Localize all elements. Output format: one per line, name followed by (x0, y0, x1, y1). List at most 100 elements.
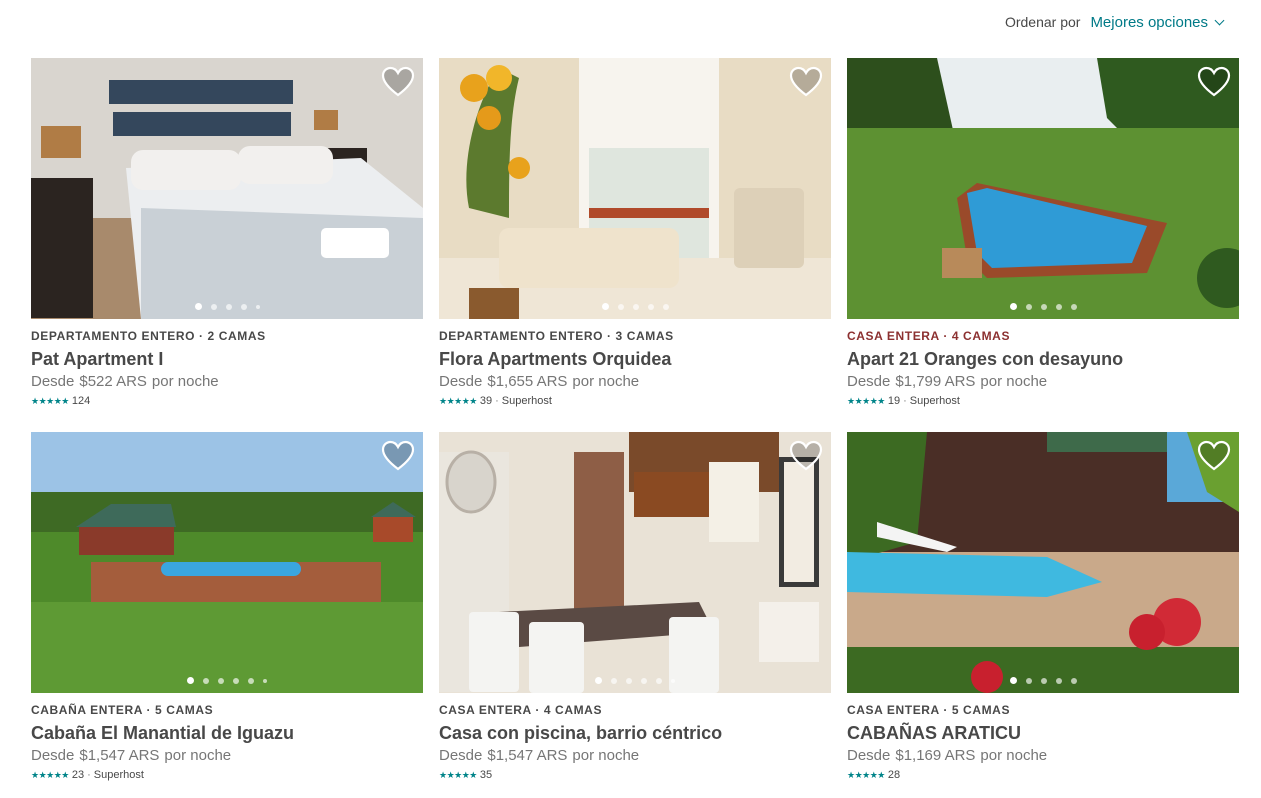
star-icon: ★★★★★ (439, 770, 477, 780)
star-icon: ★★★★★ (31, 396, 69, 406)
heart-outline-icon[interactable] (789, 66, 823, 98)
pager-dot[interactable] (1055, 303, 1062, 310)
listing-card[interactable]: CASA ENTERA · 4 CAMAS Apart 21 Oranges c… (847, 58, 1239, 426)
pager-dot[interactable] (601, 303, 609, 310)
star-icon: ★★★★★ (31, 770, 69, 780)
pager-dot[interactable] (240, 303, 247, 310)
heart-outline-icon[interactable] (789, 440, 823, 472)
listing-price: Desde $1,799 ARS por noche (847, 372, 1239, 392)
listing-photo[interactable] (847, 58, 1239, 319)
pager-dot[interactable] (1009, 677, 1017, 684)
price-suffix: por noche (151, 373, 219, 390)
listing-photo[interactable] (31, 58, 423, 319)
pager-dot[interactable] (1055, 677, 1062, 684)
pager-dot[interactable] (1009, 303, 1017, 310)
superhost-badge: Superhost (909, 395, 960, 407)
pager-dot[interactable] (248, 677, 254, 684)
listing-price: Desde $522 ARS por noche (31, 372, 423, 392)
superhost-badge: Superhost (93, 769, 144, 781)
pager-dot[interactable] (611, 677, 617, 684)
bedroom-photo (31, 58, 423, 319)
review-count: 35 (479, 769, 493, 781)
pager-dot[interactable] (255, 304, 260, 309)
pager-dot[interactable] (641, 677, 647, 684)
pager-dot[interactable] (656, 677, 662, 684)
photo-pager[interactable] (31, 303, 423, 310)
photo-pager[interactable] (439, 677, 831, 684)
listing-card[interactable]: DEPARTAMENTO ENTERO · 2 CAMAS Pat Apartm… (31, 58, 423, 426)
listing-card[interactable]: CASA ENTERA · 5 CAMAS CABAÑAS ARATICU De… (847, 432, 1239, 798)
pager-dot[interactable] (187, 677, 194, 684)
listing-kicker: CABAÑA ENTERA · 5 CAMAS (31, 703, 214, 717)
star-icon: ★★★★★ (847, 770, 885, 780)
pager-dot[interactable] (203, 677, 209, 684)
pool-roses-photo (847, 432, 1239, 693)
review-count: 39 (479, 395, 493, 407)
price-amount: $1,169 ARS (895, 747, 976, 764)
listing-photo[interactable] (439, 58, 831, 319)
sort-value[interactable]: Mejores opciones (1090, 14, 1208, 31)
pager-dot[interactable] (1040, 303, 1047, 310)
superhost-badge: Superhost (501, 395, 552, 407)
listing-kicker: DEPARTAMENTO ENTERO · 3 CAMAS (439, 329, 674, 343)
pager-dot[interactable] (210, 303, 217, 310)
photo-pager[interactable] (439, 303, 831, 310)
cabin-pool-photo (31, 432, 423, 693)
pager-dot[interactable] (671, 678, 675, 683)
listing-rating: ★★★★★ 39 · Superhost (439, 394, 831, 408)
price-suffix: por noche (980, 373, 1048, 390)
living-room-photo (439, 58, 831, 319)
pager-dot[interactable] (1025, 677, 1032, 684)
pager-dot[interactable] (1040, 677, 1047, 684)
pager-dot[interactable] (225, 303, 232, 310)
pager-dot[interactable] (1070, 303, 1077, 310)
price-amount: $522 ARS (79, 373, 147, 390)
listing-photo[interactable] (847, 432, 1239, 693)
listing-card[interactable]: DEPARTAMENTO ENTERO · 3 CAMAS Flora Apar… (439, 58, 831, 426)
sort-dropdown[interactable]: Mejores opciones (1090, 14, 1225, 31)
pager-dot[interactable] (263, 678, 267, 683)
listing-title[interactable]: Flora Apartments Orquidea (439, 347, 831, 371)
pager-dot[interactable] (632, 303, 639, 310)
listing-title[interactable]: Cabaña El Manantial de Iguazu (31, 721, 423, 745)
pager-dot[interactable] (662, 303, 669, 310)
price-suffix: por noche (572, 747, 640, 764)
listing-card[interactable]: CASA ENTERA · 4 CAMAS Casa con piscina, … (439, 432, 831, 798)
review-count: 124 (71, 395, 91, 407)
listing-card[interactable]: CABAÑA ENTERA · 5 CAMAS Cabaña El Manant… (31, 432, 423, 798)
pager-dot[interactable] (218, 677, 224, 684)
separator: · (495, 395, 499, 407)
heart-outline-icon[interactable] (381, 440, 415, 472)
pager-dot[interactable] (1025, 303, 1032, 310)
listing-photo[interactable] (31, 432, 423, 693)
heart-outline-icon[interactable] (1197, 66, 1231, 98)
photo-pager[interactable] (31, 677, 423, 684)
listing-title[interactable]: Pat Apartment I (31, 347, 423, 371)
heart-outline-icon[interactable] (1197, 440, 1231, 472)
pager-dot[interactable] (233, 677, 239, 684)
price-amount: $1,547 ARS (79, 747, 160, 764)
photo-pager[interactable] (847, 303, 1239, 310)
review-count: 23 (71, 769, 85, 781)
listing-photo[interactable] (439, 432, 831, 693)
pager-dot[interactable] (647, 303, 654, 310)
pager-dot[interactable] (626, 677, 632, 684)
heart-outline-icon[interactable] (381, 66, 415, 98)
pager-dot[interactable] (617, 303, 624, 310)
listing-price: Desde $1,655 ARS por noche (439, 372, 831, 392)
separator: · (87, 769, 91, 781)
separator: · (903, 395, 907, 407)
listing-kicker: DEPARTAMENTO ENTERO · 2 CAMAS (31, 329, 266, 343)
chevron-down-icon[interactable] (1214, 15, 1225, 25)
pager-dot[interactable] (1070, 677, 1077, 684)
pager-dot[interactable] (595, 677, 602, 684)
listing-title[interactable]: CABAÑAS ARATICU (847, 721, 1239, 745)
review-count: 28 (887, 769, 901, 781)
price-amount: $1,547 ARS (487, 747, 568, 764)
listing-title[interactable]: Casa con piscina, barrio céntrico (439, 721, 831, 745)
listing-rating: ★★★★★ 23 · Superhost (31, 768, 423, 782)
price-prefix: Desde (847, 747, 891, 764)
photo-pager[interactable] (847, 677, 1239, 684)
listing-title[interactable]: Apart 21 Oranges con desayuno (847, 347, 1239, 371)
pager-dot[interactable] (194, 303, 202, 310)
